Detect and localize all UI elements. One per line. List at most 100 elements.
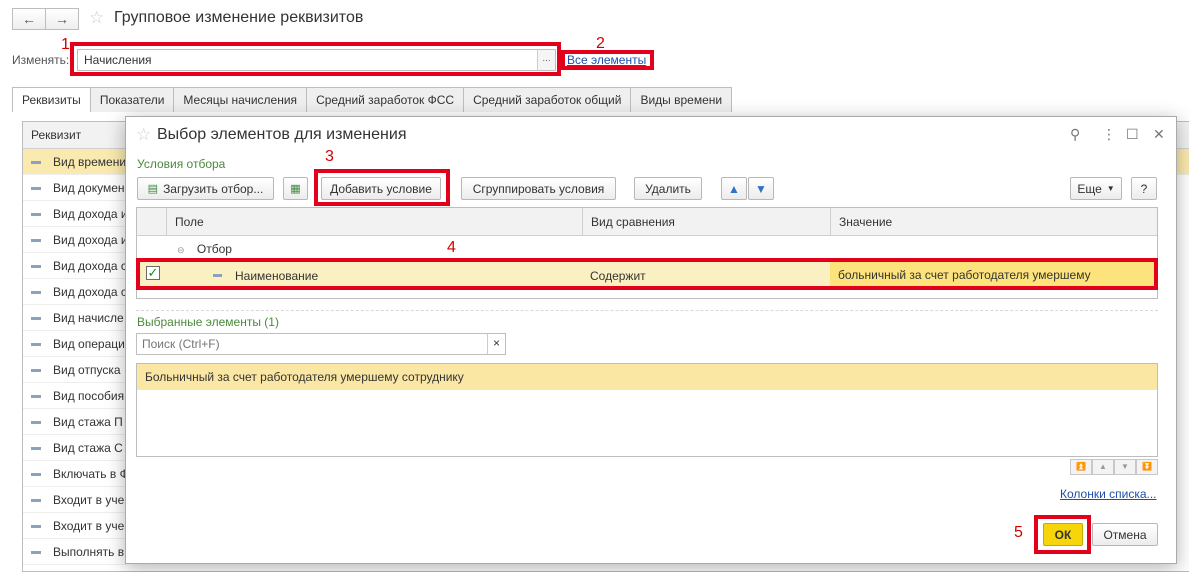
save-filter-button[interactable]: ▦ [283,177,308,200]
tab-avg-earnings-general[interactable]: Средний заработок общий [463,87,632,112]
table-row[interactable]: Вид дохода с [23,279,127,305]
annotation-number: 2 [596,35,605,52]
arrow-down-icon: ▼ [755,181,767,196]
requisite-name: Выполнять в [53,545,125,559]
table-row[interactable]: Выполнять в [23,539,127,565]
maximize-icon[interactable]: ☐ [1126,126,1139,143]
clear-search-icon[interactable]: × [487,334,505,354]
search-field[interactable]: × [136,333,506,355]
chevron-down-icon: ▼ [1106,184,1115,193]
tab-indicators[interactable]: Показатели [89,87,175,112]
back-button[interactable]: ← [12,8,46,30]
table-row[interactable]: Входит в уче [23,487,127,513]
delete-button[interactable]: Удалить [634,177,702,200]
cancel-button[interactable]: Отмена [1092,523,1158,546]
tabs-bar: Реквизиты Показатели Месяцы начисления С… [12,87,733,112]
requisite-item-icon [31,291,41,295]
requisite-item-icon [31,421,41,425]
section-divider [136,310,1158,311]
column-header-value[interactable]: Значение [830,208,1158,236]
table-row[interactable]: Вид пособия [23,383,127,409]
search-input[interactable] [137,334,477,354]
table-row[interactable]: Вид стажа С [23,435,127,461]
list-columns-link[interactable]: Колонки списка... [1060,487,1157,501]
annotation-number: 1 [61,36,70,53]
highlight-frame-4 [136,258,1158,290]
requisite-item-icon [31,239,41,243]
table-row[interactable]: Вид дохода с [23,253,127,279]
link-icon[interactable]: ⚲ [1070,126,1080,143]
tab-accrual-months[interactable]: Месяцы начисления [173,87,308,112]
requisite-name: Вид стажа П [53,415,123,429]
scroll-up-button[interactable]: ▲ [1092,459,1114,475]
menu-icon[interactable]: ⋮ [1102,126,1116,143]
filter-root-row[interactable]: ⊖ Отбор [177,242,232,256]
collapse-icon[interactable]: ⊖ [177,245,185,255]
requisite-name: Вид начисле [53,311,124,325]
selected-elements-list: Больничный за счет работодателя умершему… [136,363,1158,457]
table-row[interactable]: Включать в Ф [23,461,127,487]
requisite-name: Вид дохода с [53,285,127,299]
filter-table-header: Поле Вид сравнения Значение [137,208,1157,236]
arrow-right-icon: → [55,11,69,27]
close-icon[interactable]: ✕ [1153,126,1165,143]
help-button[interactable]: ? [1131,177,1157,200]
table-row[interactable]: Вид дохода и [23,201,127,227]
requisite-name: Вид пособия [53,389,125,403]
table-row[interactable]: Вид докумен [23,175,127,201]
favorite-star-icon[interactable]: ☆ [136,125,151,145]
highlight-frame-2 [561,50,654,70]
requisite-name: Вид дохода с [53,259,127,273]
table-row[interactable]: Входит в уче [23,513,127,539]
page-title: Групповое изменение реквизитов [114,9,364,26]
last-icon: ⏬ [1142,462,1152,471]
group-conditions-button[interactable]: Сгруппировать условия [461,177,616,200]
requisite-item-icon [31,473,41,477]
requisite-item-icon [31,525,41,529]
requisite-name: Вид дохода и [53,207,127,221]
requisite-item-icon [31,187,41,191]
up-icon: ▲ [1099,462,1107,471]
requisite-item-icon [31,317,41,321]
requisite-name: Вид времени [53,155,127,169]
table-row[interactable]: Вид начисле [23,305,127,331]
highlight-frame-3 [314,169,450,206]
annotation-number: 3 [325,148,334,165]
table-row[interactable]: Вид операци [23,331,127,357]
scroll-down-button[interactable]: ▼ [1114,459,1136,475]
scroll-first-button[interactable]: ⏫ [1070,459,1092,475]
table-row[interactable]: Вид стажа П [23,409,127,435]
tab-avg-earnings-fss[interactable]: Средний заработок ФСС [306,87,465,112]
tab-time-types[interactable]: Виды времени [630,87,733,112]
column-header-comparison[interactable]: Вид сравнения [582,208,830,236]
requisite-item-icon [31,213,41,217]
dialog-title: Выбор элементов для изменения [157,126,407,143]
requisite-item-icon [31,161,41,165]
change-label: Изменять: [12,53,70,67]
filter-section-title: Условия отбора [137,157,226,171]
annotation-number: 5 [1014,524,1023,541]
requisite-name: Вид дохода и [53,233,127,247]
list-item[interactable]: Больничный за счет работодателя умершему… [137,364,1157,390]
requisite-name: Входит в уче [53,519,125,533]
arrow-up-icon: ▲ [728,181,740,196]
favorite-star-icon[interactable]: ☆ [89,8,104,28]
requisite-name: Вид докумен [53,181,125,195]
load-filter-icon: ▤ [147,183,159,195]
table-row[interactable]: Вид отпуска [23,357,127,383]
move-up-button[interactable]: ▲ [721,177,747,200]
table-row[interactable]: Вид дохода и [23,227,127,253]
requisite-item-icon [31,499,41,503]
move-down-button[interactable]: ▼ [748,177,774,200]
forward-button[interactable]: → [45,8,79,30]
load-filter-button[interactable]: ▤ Загрузить отбор... [137,177,274,200]
more-button[interactable]: Еще ▼ [1070,177,1122,200]
column-header-field[interactable]: Поле [166,208,582,236]
tab-requisites[interactable]: Реквизиты [12,87,91,112]
requisite-name: Вид стажа С [53,441,123,455]
selected-elements-title: Выбранные элементы (1) [137,315,279,329]
highlight-frame-1 [70,42,561,76]
down-icon: ▼ [1121,462,1129,471]
scroll-last-button[interactable]: ⏬ [1136,459,1158,475]
annotation-number: 4 [447,239,456,256]
